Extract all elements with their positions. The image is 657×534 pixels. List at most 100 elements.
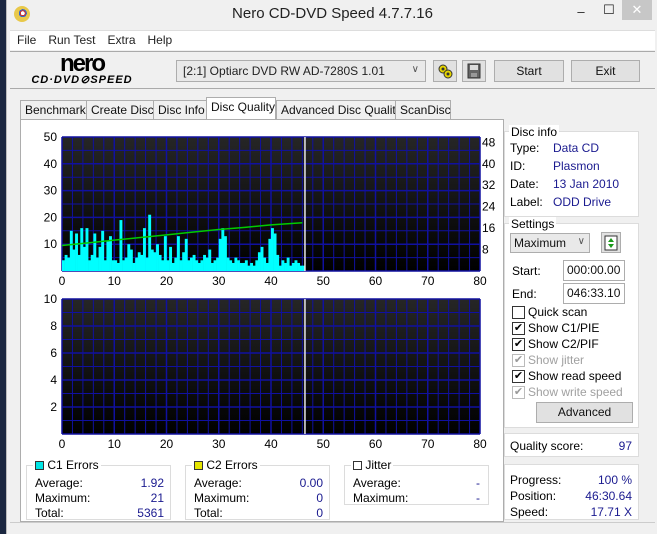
refresh-button[interactable] (601, 232, 621, 253)
menu-extra[interactable]: Extra (100, 31, 140, 47)
c1-color-swatch (35, 461, 44, 470)
x-tick-label: 30 (212, 274, 226, 288)
position-label: Position: (510, 489, 557, 503)
jitter-maximum-label: Maximum: (353, 491, 409, 505)
c2-average-value: 0.00 (299, 476, 323, 490)
c2-maximum-label: Maximum: (194, 491, 250, 505)
c1-bar (281, 260, 285, 271)
c1-bar (90, 254, 94, 271)
jitter-average-value: - (476, 476, 480, 490)
c2-total-label: Total: (194, 506, 223, 520)
drive-select[interactable]: [2:1] Optiarc DVD RW AD-7280S 1.01 ∨ (176, 60, 426, 82)
checkmark-icon: ✔ (512, 370, 525, 383)
c1-bar (103, 260, 107, 271)
c1-bar (291, 262, 295, 271)
c1-average-label: Average: (35, 476, 83, 490)
c2-color-swatch (194, 461, 203, 470)
disc-type-value: Data CD (553, 141, 600, 155)
c2-chart: 0 10 20 30 40 50 60 70 80 2 4 6 8 10 (44, 292, 487, 450)
x-tick-label: 80 (473, 274, 487, 288)
disc-date-label: Date: (510, 177, 539, 191)
c1-bar (72, 249, 76, 271)
c1-bar (213, 260, 217, 271)
chevron-down-icon: ∨ (577, 236, 585, 247)
tab-create-disc[interactable]: Create Disc (86, 100, 154, 119)
maximize-button[interactable]: ☐ (598, 0, 620, 21)
menu-run-test[interactable]: Run Test (41, 31, 100, 47)
c2-total-value: 0 (316, 506, 323, 520)
c1-bar (142, 228, 146, 271)
c1-bar (132, 262, 136, 271)
menu-help[interactable]: Help (141, 31, 178, 47)
c1-bar (122, 260, 125, 271)
c1-bar (263, 257, 267, 271)
start-button[interactable]: Start (494, 60, 564, 82)
progress-label: Progress: (510, 473, 562, 487)
chevron-down-icon: ∨ (411, 64, 419, 75)
c1-bar (116, 262, 120, 271)
c1-bar (101, 230, 105, 271)
c1-bar (190, 257, 193, 271)
c1-bar (299, 265, 303, 271)
c1-bar (169, 246, 173, 271)
y-tick-label: 6 (50, 346, 57, 360)
c1-bar (176, 236, 180, 271)
c1-bar (257, 252, 261, 271)
c1-bar (140, 254, 144, 271)
c1-bar (95, 257, 99, 271)
x-tick-label: 60 (369, 274, 383, 288)
quality-score-label: Quality score: (510, 439, 584, 453)
y-tick-label: 30 (44, 184, 58, 198)
c1-bar (242, 262, 246, 271)
jitter-maximum-value: - (476, 491, 480, 505)
x-tick-label: 20 (160, 437, 174, 450)
c1-bar (88, 260, 92, 271)
y2-tick-label: 8 (482, 243, 489, 257)
toolbar: nero CD·DVD⊘SPEED [2:1] Optiarc DVD RW A… (10, 51, 655, 89)
checkmark-icon: ✔ (512, 322, 525, 335)
progress-value: 100 % (597, 473, 632, 487)
speed-select[interactable]: Maximum ∨ (510, 233, 590, 253)
c1-bar (244, 260, 248, 271)
tab-benchmark[interactable]: Benchmark (20, 100, 87, 119)
exit-button[interactable]: Exit (571, 60, 640, 82)
c1-maximum-label: Maximum: (35, 491, 91, 505)
disc-info-group: Disc info Type: Data CD ID: Plasmon Date… (504, 125, 639, 217)
close-button[interactable]: ✕ (622, 0, 652, 20)
c2-errors-group: C2 Errors Average: 0.00 Maximum: 0 Total… (185, 458, 330, 520)
tab-advanced-disc-quality[interactable]: Advanced Disc Quality (276, 100, 402, 119)
c1-errors-title: C1 Errors (47, 458, 99, 472)
menu-file[interactable]: File (10, 31, 41, 47)
c1-bar (197, 262, 201, 271)
c1-bar (221, 228, 225, 271)
c1-bar (156, 244, 159, 271)
start-time-input[interactable]: 000:00.00 (563, 260, 625, 281)
settings-group: Settings Maximum ∨ Start: 000:00.00 End:… (504, 217, 639, 428)
y2-tick-label: 16 (482, 221, 496, 235)
c2-errors-title: C2 Errors (206, 458, 258, 472)
tab-disc-quality[interactable]: Disc Quality (206, 97, 276, 119)
y-tick-label: 8 (50, 319, 57, 333)
c1-bar (67, 257, 71, 271)
c1-bar (69, 230, 73, 271)
c2-errors-legend: C2 Errors (192, 458, 260, 472)
x-tick-label: 60 (369, 437, 383, 450)
end-time-input[interactable]: 046:33.10 (563, 283, 625, 304)
advanced-button[interactable]: Advanced (536, 402, 633, 423)
c1-bar (286, 257, 290, 271)
checkbox-label: Show jitter (528, 353, 585, 367)
c1-bar (137, 252, 141, 271)
x-tick-label: 30 (212, 437, 226, 450)
x-tick-label: 10 (108, 437, 122, 450)
save-button[interactable] (462, 60, 486, 82)
c1-bar (247, 265, 251, 271)
y-tick-label: 20 (44, 210, 58, 224)
c1-bar (265, 262, 269, 271)
tab-disc-info[interactable]: Disc Info (153, 100, 207, 119)
minimize-button[interactable]: – (567, 2, 595, 23)
start-time-label: Start: (512, 264, 541, 278)
tab-scandisc[interactable]: ScanDisc (395, 100, 451, 119)
menu-bar: File Run Test Extra Help (10, 30, 655, 50)
drive-config-button[interactable] (433, 60, 457, 82)
c1-bar (64, 254, 68, 271)
